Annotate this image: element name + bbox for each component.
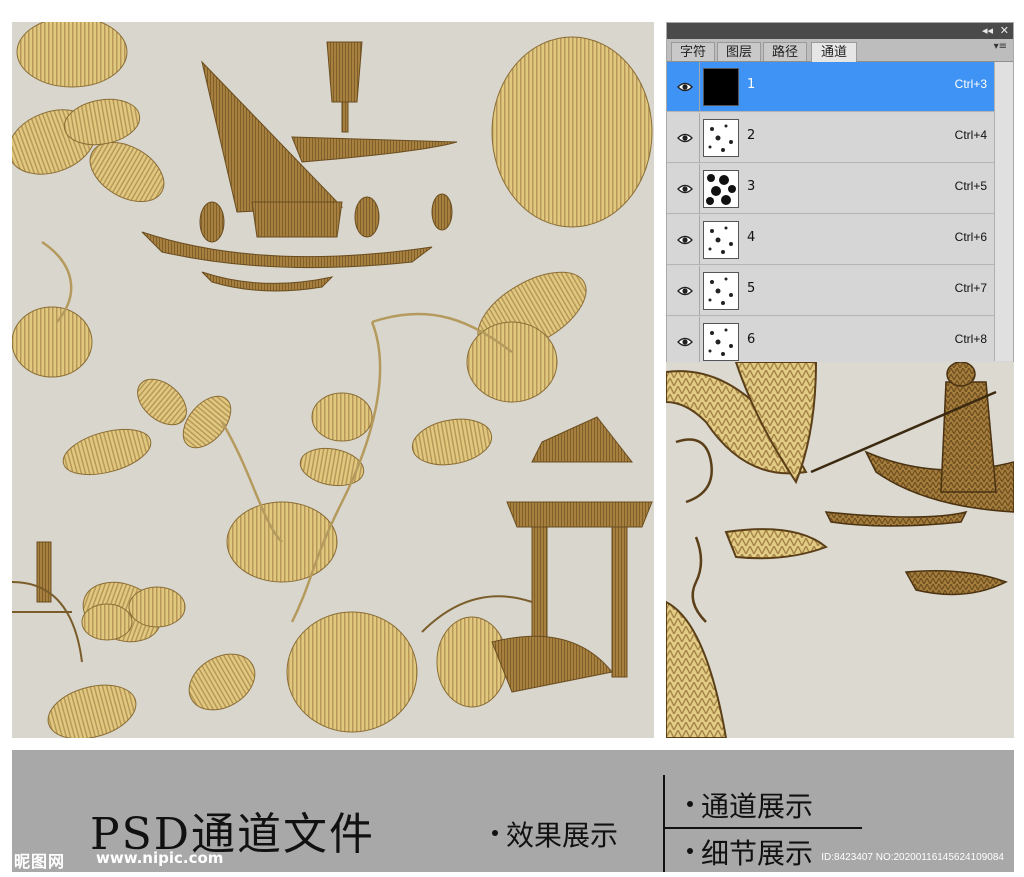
channel-shortcut: Ctrl+6 (954, 230, 987, 244)
label-channel: 通道展示 (701, 790, 814, 823)
channel-row[interactable]: 5 Ctrl+7 (667, 266, 1013, 316)
bullet-icon (492, 830, 498, 836)
channel-row[interactable]: 1 Ctrl+3 (667, 62, 1013, 112)
tab-channels[interactable]: 通道 (811, 42, 857, 62)
footer-divider-horizontal (663, 827, 862, 829)
channel-name: 3 (747, 179, 756, 194)
channel-row[interactable]: 4 Ctrl+6 (667, 215, 1013, 265)
detail-preview (666, 362, 1014, 738)
footer-banner: PSD通道文件 效果展示 通道展示 细节展示 昵图网 www.nipic.com… (12, 750, 1014, 872)
row-divider (699, 164, 700, 214)
eye-icon[interactable] (677, 181, 693, 195)
channel-name: 5 (747, 281, 756, 296)
eye-icon[interactable] (677, 79, 693, 93)
tab-layers[interactable]: 图层 (717, 42, 761, 61)
channel-thumbnail (703, 221, 739, 259)
channel-shortcut: Ctrl+3 (954, 77, 987, 91)
collapse-icon[interactable]: ◂◂ (982, 23, 993, 39)
channel-shortcut: Ctrl+7 (954, 281, 987, 295)
eye-icon[interactable] (677, 334, 693, 348)
panel-tab-bar: 字符 图层 路径 通道 (667, 39, 1013, 62)
bullet-icon (687, 848, 693, 854)
channel-name: 2 (747, 128, 756, 143)
watermark-logo: 昵图网 (14, 852, 66, 871)
eye-icon[interactable] (677, 130, 693, 144)
watermark-id: ID:8423407 NO:20200116145624109084 (821, 852, 1004, 863)
close-icon[interactable]: ✕ (1000, 23, 1009, 39)
channel-thumbnail (703, 323, 739, 361)
chinoiserie-pattern-image (12, 22, 654, 738)
row-divider (699, 113, 700, 163)
channel-thumbnail (703, 170, 739, 208)
channel-shortcut: Ctrl+4 (954, 128, 987, 142)
channel-name: 4 (747, 230, 756, 245)
channel-row[interactable]: 2 Ctrl+4 (667, 113, 1013, 163)
row-divider (699, 62, 700, 112)
channel-shortcut: Ctrl+5 (954, 179, 987, 193)
pattern-preview (12, 22, 654, 738)
channel-thumbnail (703, 68, 739, 106)
panel-scrollbar[interactable] (994, 62, 1013, 361)
label-detail: 细节展示 (701, 837, 814, 870)
row-divider (699, 266, 700, 316)
channel-row[interactable]: 6 Ctrl+8 (667, 317, 1013, 367)
channels-panel: ◂◂ ✕ 字符 图层 路径 通道 ▾≡ 1 Ctrl+3 2 Ctrl+4 3 Ctrl+… (666, 22, 1014, 367)
channel-name: 6 (747, 332, 756, 347)
row-divider (699, 215, 700, 265)
eye-icon[interactable] (677, 232, 693, 246)
channel-thumbnail (703, 272, 739, 310)
tab-paths[interactable]: 路径 (763, 42, 807, 61)
channel-thumbnail (703, 119, 739, 157)
watermark-url: www.nipic.com (96, 849, 224, 867)
eye-icon[interactable] (677, 283, 693, 297)
panel-menu-icon[interactable]: ▾≡ (994, 41, 1007, 52)
channel-name: 1 (747, 77, 756, 92)
channel-shortcut: Ctrl+8 (954, 332, 987, 346)
detail-zoom-image (666, 362, 1014, 738)
footer-divider-vertical (663, 775, 665, 872)
panel-titlebar: ◂◂ ✕ (667, 23, 1013, 39)
tab-character[interactable]: 字符 (671, 42, 715, 61)
bullet-icon (687, 801, 693, 807)
label-effect: 效果展示 (506, 819, 619, 852)
channel-row[interactable]: 3 Ctrl+5 (667, 164, 1013, 214)
row-divider (699, 317, 700, 367)
